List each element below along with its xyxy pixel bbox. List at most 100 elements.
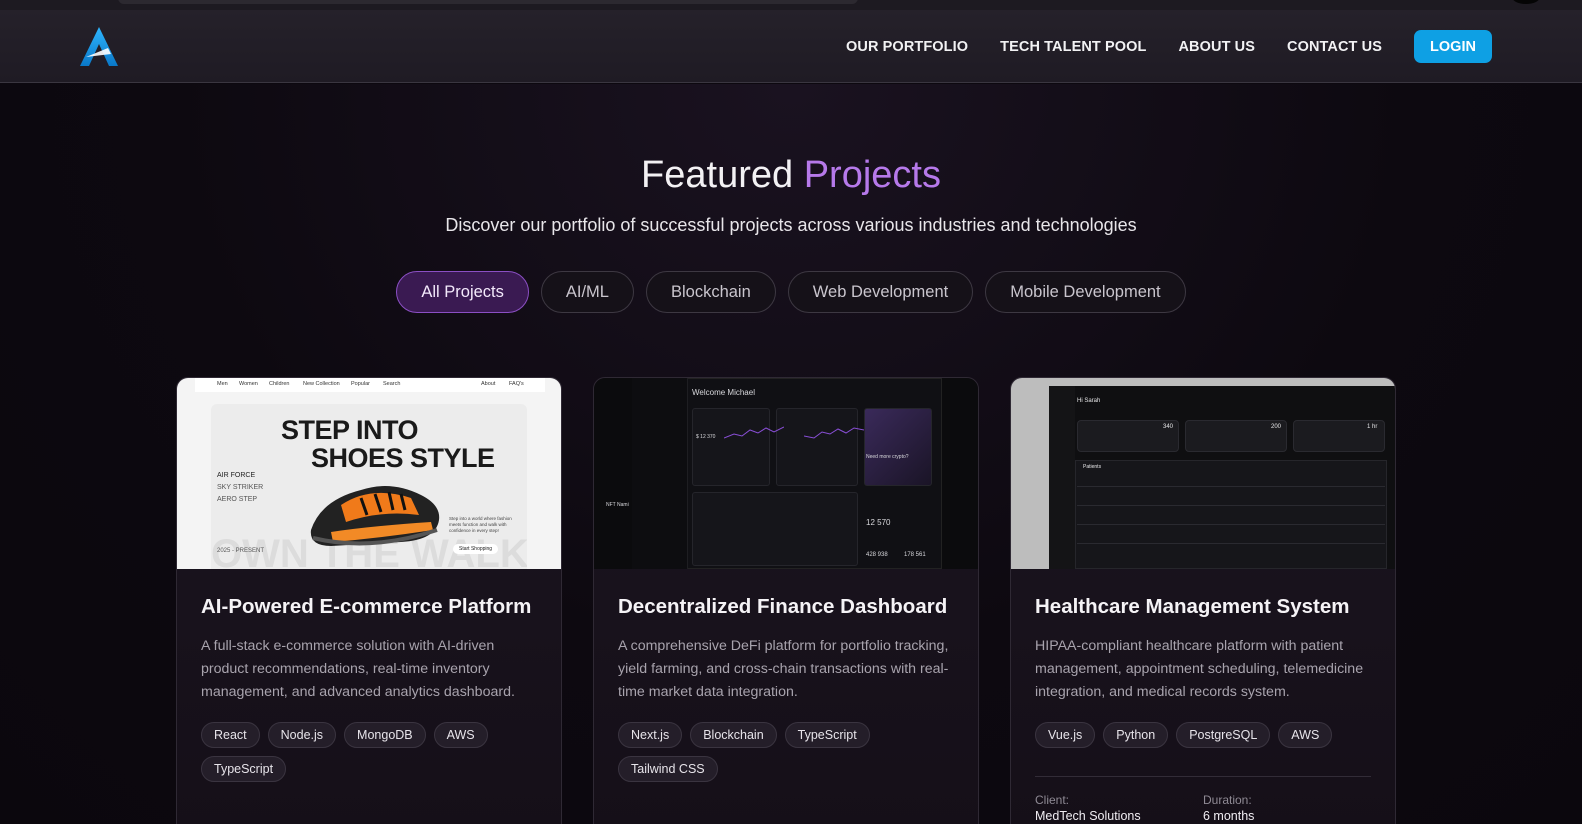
thumb-panel: [776, 408, 858, 486]
project-title: AI-Powered E-commerce Platform: [201, 595, 532, 618]
tech-tag: TypeScript: [784, 722, 870, 748]
tech-tag: Blockchain: [690, 722, 777, 748]
section-title-accent: Projects: [803, 154, 941, 196]
project-description: A full-stack e-commerce solution with AI…: [201, 638, 515, 700]
shoe-image: [310, 486, 440, 546]
project-card-body: AI-Powered E-commerce Platform A full-st…: [201, 569, 537, 790]
thumb-icon-rail: [1049, 386, 1075, 569]
a-logo-icon[interactable]: [78, 26, 120, 68]
address-bar[interactable]: [118, 0, 858, 4]
project-card-healthcare[interactable]: Hi Sarah 340 200 1 hr Patients Healthcar…: [1010, 377, 1396, 824]
thumb-nav-item: Women: [239, 381, 258, 387]
tech-tag: Tailwind CSS: [618, 756, 718, 782]
thumb-bottom-value-2: 178 561: [904, 552, 926, 558]
nav-about-us[interactable]: ABOUT US: [1178, 39, 1255, 55]
duration-info: Duration: 6 months: [1203, 793, 1371, 823]
thumb-nav-item: Men: [217, 381, 228, 387]
thumb-welcome: Welcome Michael: [692, 388, 755, 397]
project-card-defi[interactable]: Welcome Michael Need more crypto? $ 12 3…: [593, 377, 979, 824]
thumb-nav-bar: Men Women Children New Collection Popula…: [195, 378, 545, 392]
thumb-dashboard-sidebar: [632, 378, 688, 569]
browser-profile-icon[interactable]: [1512, 0, 1540, 4]
tech-tags: React Node.js MongoDB AWS TypeScript: [201, 722, 537, 790]
section-title: Featured Projects: [0, 154, 1582, 197]
thumb-nav-item: FAQ's: [509, 381, 524, 387]
thumb-table-row: [1077, 505, 1385, 523]
thumb-greeting: Hi Sarah: [1077, 398, 1101, 404]
thumb-side-label: AERO STEP: [217, 496, 258, 503]
thumb-panel: [692, 408, 770, 486]
tech-tag: TypeScript: [201, 756, 287, 782]
tech-tag: MongoDB: [344, 722, 426, 748]
thumb-headline-line-1: STEP INTO: [281, 415, 419, 445]
thumb-years: 2025 - PRESENT: [217, 548, 265, 554]
tech-tag: Vue.js: [1035, 722, 1096, 748]
nav-tech-talent-pool[interactable]: TECH TALENT POOL: [1000, 39, 1146, 55]
thumb-price: $ 12 370: [696, 434, 716, 440]
thumb-table-row: [1077, 524, 1385, 542]
tech-tag: Next.js: [618, 722, 683, 748]
project-thumbnail: Welcome Michael Need more crypto? $ 12 3…: [594, 378, 978, 569]
thumb-table-row: [1077, 543, 1385, 561]
thumb-table-row: [1077, 486, 1385, 504]
filter-web-development[interactable]: Web Development: [787, 271, 974, 313]
nav-our-portfolio[interactable]: OUR PORTFOLIO: [846, 39, 968, 55]
tech-tag: AWS: [433, 722, 488, 748]
thumb-nav-item: Children: [269, 381, 290, 387]
thumb-sparkline: [724, 426, 784, 439]
thumb-promo-panel: [864, 408, 932, 486]
tech-tags: Next.js Blockchain TypeScript Tailwind C…: [618, 722, 954, 790]
tech-tag: Node.js: [267, 722, 337, 748]
section-subtitle: Discover our portfolio of successful pro…: [445, 215, 1137, 235]
thumb-nav-item: About: [481, 381, 496, 387]
thumb-stat-value: 200: [1271, 424, 1282, 430]
thumb-nav-item: New Collection: [303, 381, 340, 387]
thumb-bottom-value: 428 938: [866, 552, 888, 558]
main-nav: OUR PORTFOLIO TECH TALENT POOL ABOUT US …: [846, 10, 1582, 83]
featured-projects-section: Featured Projects Discover our portfolio…: [0, 84, 1582, 824]
tech-tag: AWS: [1278, 722, 1333, 748]
tech-tag: React: [201, 722, 260, 748]
section-title-main: Featured: [641, 154, 794, 196]
project-title: Healthcare Management System: [1035, 595, 1350, 618]
thumb-big-number: 12 570: [866, 518, 891, 527]
thumb-tagline: Step into a world where fashion meets fu…: [449, 516, 512, 533]
project-description: HIPAA-compliant healthcare platform with…: [1035, 638, 1364, 700]
tech-tag: PostgreSQL: [1176, 722, 1271, 748]
project-card-ecommerce[interactable]: Men Women Children New Collection Popula…: [176, 377, 562, 824]
tech-tags: Vue.js Python PostgreSQL AWS: [1035, 722, 1371, 756]
filter-all-projects[interactable]: All Projects: [396, 271, 529, 313]
client-label: Client:: [1035, 793, 1070, 807]
thumb-nav-item: Search: [383, 381, 401, 387]
project-thumbnail: Hi Sarah 340 200 1 hr Patients: [1011, 378, 1395, 569]
project-meta: Client: MedTech Solutions Duration: 6 mo…: [1035, 776, 1371, 823]
thumb-side-labels: AIR FORCE SKY STRIKER AERO STEP: [217, 470, 263, 506]
thumb-nav-item: Popular: [351, 381, 370, 387]
thumb-stat-value: 1 hr: [1367, 424, 1378, 430]
filter-mobile-development[interactable]: Mobile Development: [985, 271, 1186, 313]
thumb-cta: Need more crypto?: [866, 454, 909, 460]
thumb-hero: OWN THE WALK STEP INTO SHOES STYLE AIR F…: [211, 404, 527, 569]
client-info: Client: MedTech Solutions: [1035, 793, 1203, 823]
browser-chrome-strip: [0, 0, 1582, 10]
client-value: MedTech Solutions: [1035, 809, 1141, 823]
thumb-sparkline: [804, 427, 864, 439]
project-title: Decentralized Finance Dashboard: [618, 595, 948, 618]
nav-contact-us[interactable]: CONTACT US: [1287, 39, 1382, 55]
thumb-table-title: Patients: [1083, 464, 1102, 470]
duration-label: Duration:: [1203, 793, 1252, 807]
project-description: A comprehensive DeFi platform for portfo…: [618, 638, 949, 700]
filter-blockchain[interactable]: Blockchain: [645, 271, 776, 313]
tech-tag: Python: [1103, 722, 1169, 748]
thumb-assets-table: [692, 492, 858, 566]
thumb-side-label: SKY STRIKER: [217, 484, 264, 491]
project-card-body: Decentralized Finance Dashboard A compre…: [618, 569, 954, 790]
project-thumbnail: Men Women Children New Collection Popula…: [177, 378, 561, 569]
filter-tabs: All Projects AI/ML Blockchain Web Develo…: [0, 271, 1582, 313]
site-header: OUR PORTFOLIO TECH TALENT POOL ABOUT US …: [0, 10, 1582, 83]
thumb-stat-value: 340: [1163, 424, 1174, 430]
filter-ai-ml[interactable]: AI/ML: [540, 271, 634, 313]
thumb-cta: Start Shopping: [453, 544, 499, 554]
login-button[interactable]: LOGIN: [1414, 30, 1492, 63]
thumb-side-label: NFT Nami: [606, 502, 629, 508]
